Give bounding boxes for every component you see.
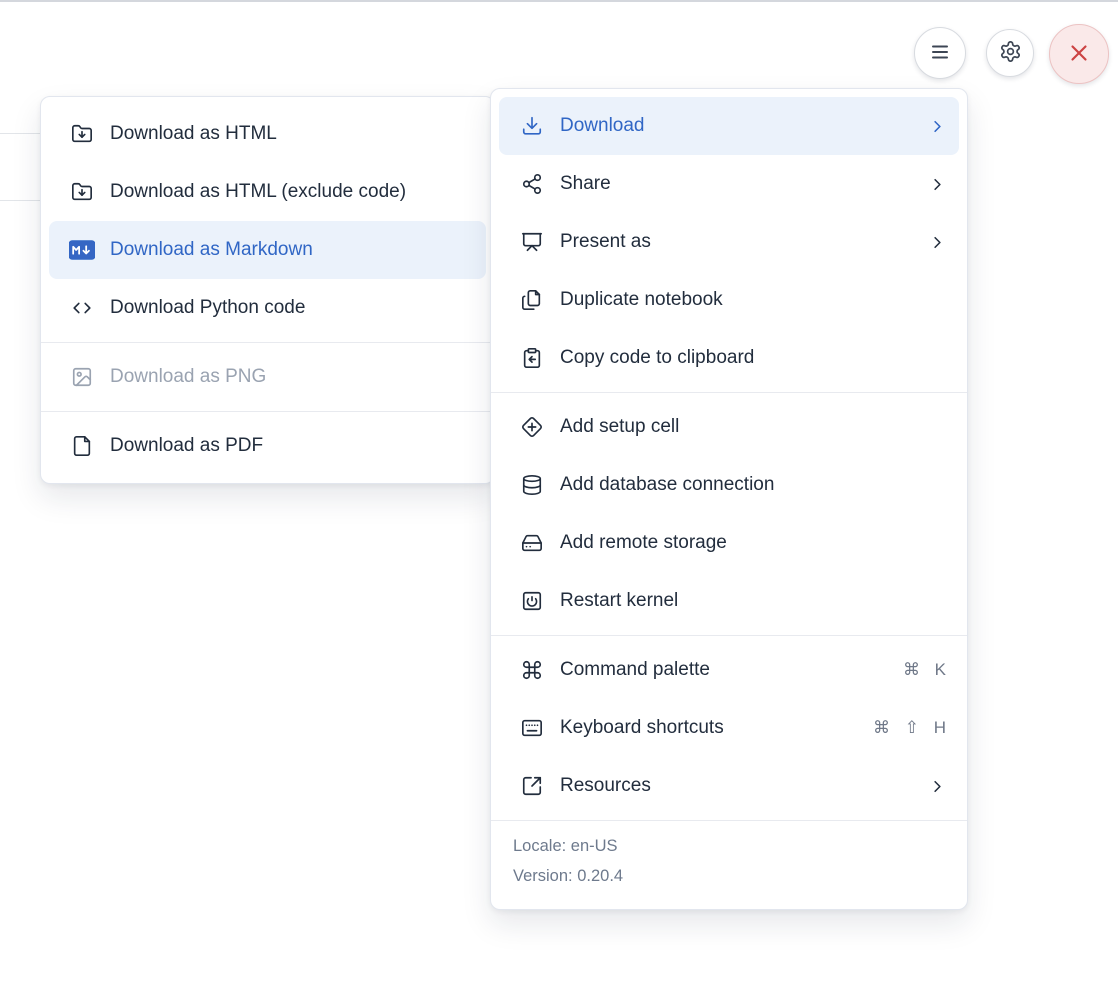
- menu-separator: [491, 635, 967, 636]
- keyboard-icon: [519, 717, 545, 739]
- menu-item-label: Download: [560, 115, 913, 137]
- code-icon: [69, 297, 95, 319]
- menu-item-download-as-markdown[interactable]: Download as Markdown: [49, 221, 486, 279]
- power-square-icon: [519, 590, 545, 612]
- keyboard-shortcut: ⌘ K: [903, 660, 947, 680]
- menu-item-label: Present as: [560, 231, 913, 253]
- menu-item-label: Download Python code: [110, 297, 474, 319]
- menu-item-add-setup-cell[interactable]: Add setup cell: [499, 398, 959, 456]
- menu-item-label: Resources: [560, 775, 913, 797]
- menu-item-label: Duplicate notebook: [560, 289, 947, 311]
- menu-item-download-as-html[interactable]: Download as HTML: [49, 105, 486, 163]
- settings-button[interactable]: [986, 29, 1034, 77]
- menu-item-download-as-pdf[interactable]: Download as PDF: [49, 417, 486, 475]
- menu-item-label: Download as HTML (exclude code): [110, 181, 474, 203]
- menu-item-share[interactable]: Share: [499, 155, 959, 213]
- command-icon: [519, 659, 545, 681]
- menu-separator: [491, 820, 967, 821]
- shutdown-button[interactable]: [1049, 24, 1109, 84]
- database-icon: [519, 474, 545, 496]
- folder-down-icon: [69, 181, 95, 203]
- diamond-plus-icon: [519, 416, 545, 438]
- menu-item-label: Copy code to clipboard: [560, 347, 947, 369]
- menu-item-label: Download as HTML: [110, 123, 474, 145]
- menu-item-label: Download as PNG: [110, 366, 474, 388]
- menu-item-resources[interactable]: Resources: [499, 757, 959, 815]
- hard-drive-icon: [519, 532, 545, 554]
- chevron-right-icon: [928, 777, 947, 796]
- share-icon: [519, 173, 545, 195]
- external-link-icon: [519, 775, 545, 797]
- menu-separator: [491, 392, 967, 393]
- hamburger-menu-icon: [928, 40, 952, 67]
- menu-item-label: Command palette: [560, 659, 888, 681]
- locale-text: Locale: en-US: [513, 837, 945, 856]
- folder-down-icon: [69, 123, 95, 145]
- notebook-menu-button[interactable]: [914, 27, 966, 79]
- duplicate-pages-icon: [519, 289, 545, 311]
- menu-item-label: Download as Markdown: [110, 239, 474, 261]
- menu-item-restart-kernel[interactable]: Restart kernel: [499, 572, 959, 630]
- menu-item-add-database-connection[interactable]: Add database connection: [499, 456, 959, 514]
- menu-item-copy-code-to-clipboard[interactable]: Copy code to clipboard: [499, 329, 959, 387]
- menu-item-duplicate-notebook[interactable]: Duplicate notebook: [499, 271, 959, 329]
- background-divider: [0, 133, 41, 134]
- gear-icon: [999, 40, 1022, 66]
- app-screen: Download as HTML Download as HTML (exclu…: [0, 0, 1118, 984]
- menu-item-present-as[interactable]: Present as: [499, 213, 959, 271]
- menu-separator: [41, 411, 494, 412]
- image-icon: [69, 366, 95, 388]
- menu-item-label: Keyboard shortcuts: [560, 717, 858, 739]
- download-submenu: Download as HTML Download as HTML (exclu…: [40, 96, 495, 484]
- menu-item-label: Share: [560, 173, 913, 195]
- menu-item-add-remote-storage[interactable]: Add remote storage: [499, 514, 959, 572]
- file-icon: [69, 435, 95, 457]
- menu-item-download-as-html-exclude-code[interactable]: Download as HTML (exclude code): [49, 163, 486, 221]
- menu-item-command-palette[interactable]: Command palette ⌘ K: [499, 641, 959, 699]
- keyboard-shortcut: ⌘ ⇧ H: [873, 718, 947, 738]
- chevron-right-icon: [928, 233, 947, 252]
- page-top-border: [0, 0, 1118, 2]
- chevron-right-icon: [928, 175, 947, 194]
- menu-item-label: Add setup cell: [560, 416, 947, 438]
- download-icon: [519, 115, 545, 137]
- menu-item-keyboard-shortcuts[interactable]: Keyboard shortcuts ⌘ ⇧ H: [499, 699, 959, 757]
- markdown-download-icon: [69, 240, 95, 260]
- menu-item-label: Download as PDF: [110, 435, 474, 457]
- menu-item-label: Add remote storage: [560, 532, 947, 554]
- chevron-right-icon: [928, 117, 947, 136]
- menu-footer: Locale: en-US Version: 0.20.4: [491, 826, 967, 901]
- menu-separator: [41, 342, 494, 343]
- menu-item-download[interactable]: Download: [499, 97, 959, 155]
- version-text: Version: 0.20.4: [513, 867, 945, 886]
- clipboard-copy-icon: [519, 347, 545, 369]
- notebook-menu: Download Share Present as: [490, 88, 968, 910]
- menu-item-label: Restart kernel: [560, 590, 947, 612]
- background-divider: [0, 200, 41, 201]
- menu-item-label: Add database connection: [560, 474, 947, 496]
- menu-item-download-as-png[interactable]: Download as PNG: [49, 348, 486, 406]
- menu-item-download-python-code[interactable]: Download Python code: [49, 279, 486, 337]
- presentation-icon: [519, 231, 545, 253]
- close-x-icon: [1066, 40, 1092, 69]
